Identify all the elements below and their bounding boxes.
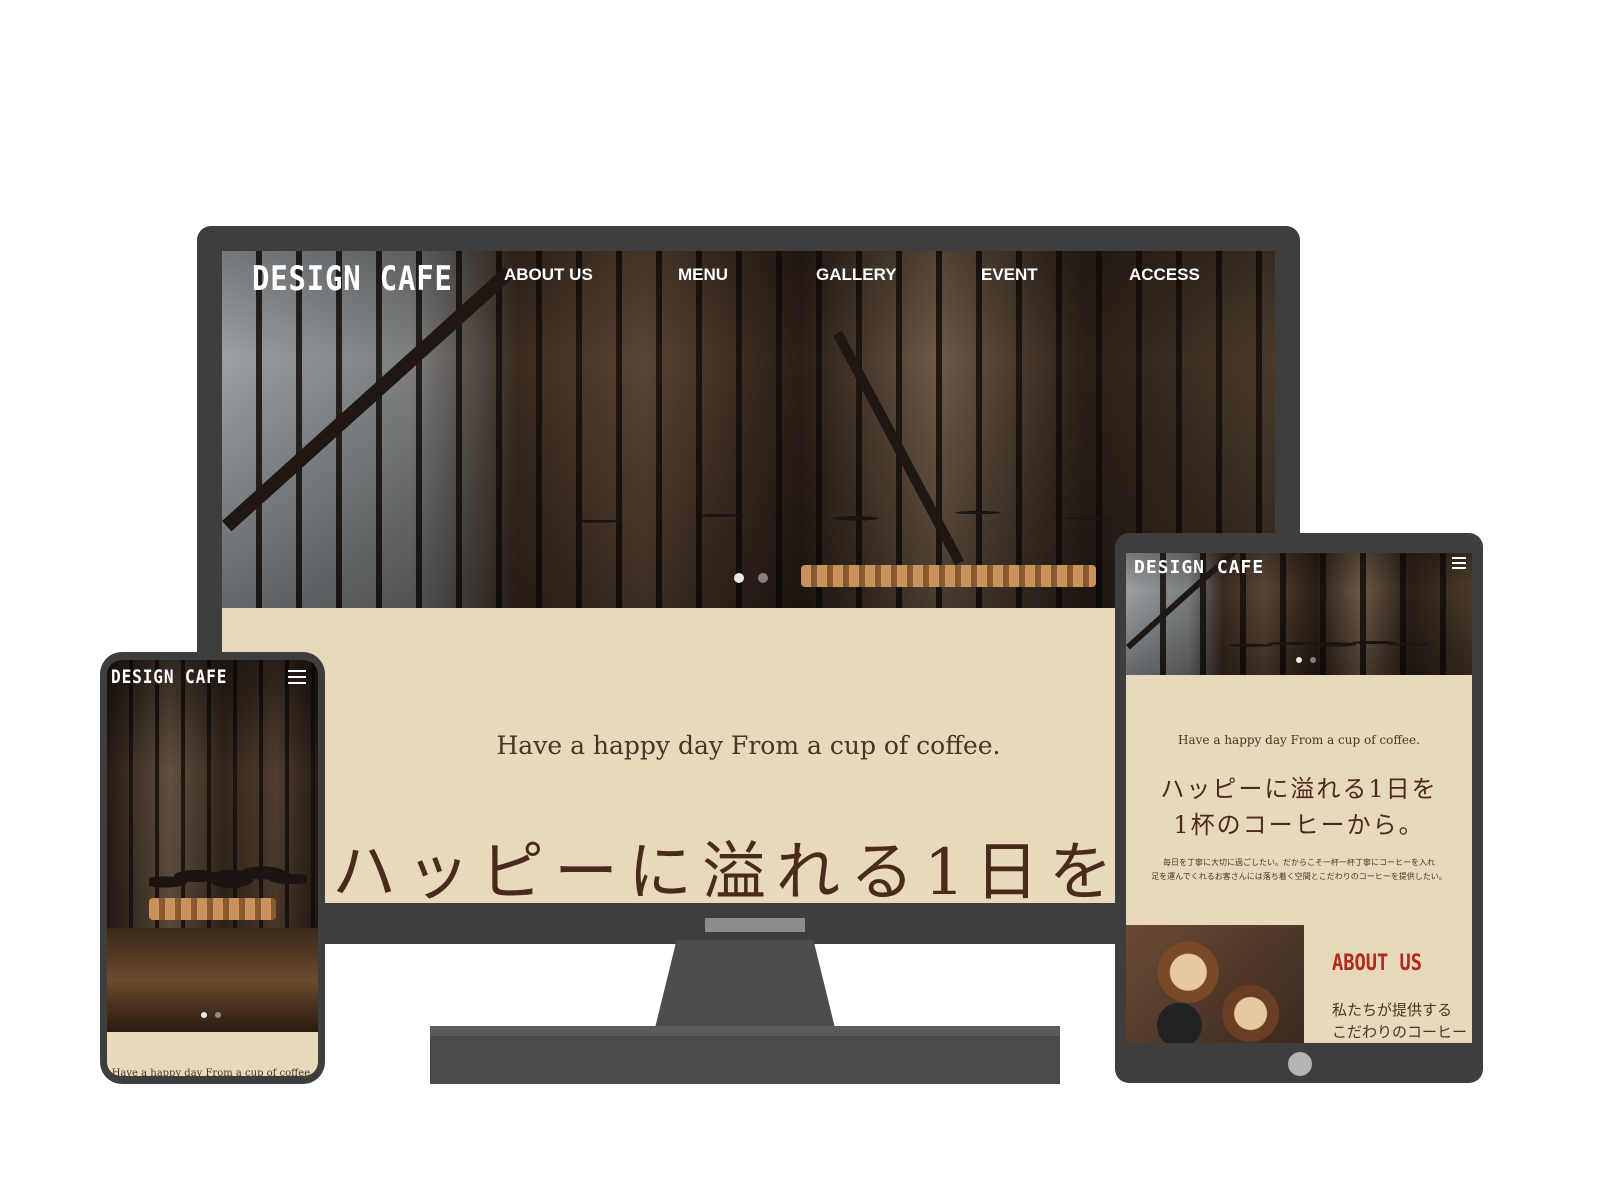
tablet-screen: DESIGN CAFE Have a happy day From a cup … xyxy=(1126,553,1472,1043)
slider-dots xyxy=(1296,657,1316,663)
phone-tagline: Have a happy day From a cup of coffee. xyxy=(111,1068,314,1076)
tablet-body-line-2: 足を運んでくれるお客さんには落ち着く空間とこだわりのコーヒーを提供したい。 xyxy=(1151,872,1447,881)
nav-access[interactable]: ACCESS xyxy=(1129,265,1200,285)
hero-people xyxy=(1229,633,1431,654)
tablet-headline-line-1: ハッピーに溢れる1日を xyxy=(1160,775,1438,803)
tablet-home-button xyxy=(1288,1052,1312,1076)
tablet-tagline: Have a happy day From a cup of coffee. xyxy=(1178,733,1420,747)
hamburger-icon[interactable] xyxy=(288,670,306,688)
about-us-text-line-1: 私たちが提供する xyxy=(1332,1001,1453,1019)
slider-dots xyxy=(734,573,768,583)
monitor-base-edge xyxy=(430,1026,1060,1036)
phone-logo[interactable]: DESIGN CAFE xyxy=(111,666,227,688)
hero-pastry-case xyxy=(801,565,1096,587)
hero-people xyxy=(537,486,1149,544)
monitor-notch xyxy=(705,918,805,932)
hero-people xyxy=(149,846,308,906)
site-logo[interactable]: DESIGN CAFE xyxy=(252,259,453,299)
tablet-logo[interactable]: DESIGN CAFE xyxy=(1134,557,1264,578)
slider-dot[interactable] xyxy=(201,1012,207,1018)
headline: ハッピーに溢れる1日を xyxy=(332,836,1123,903)
about-us-text-line-2: こだわりのコーヒー xyxy=(1332,1023,1468,1041)
nav-event[interactable]: EVENT xyxy=(981,265,1038,285)
phone-hero-image xyxy=(107,660,318,1032)
slider-dot[interactable] xyxy=(1310,657,1316,663)
slider-dot[interactable] xyxy=(215,1012,221,1018)
slider-dot[interactable] xyxy=(734,573,744,583)
about-us-heading: ABOUT US xyxy=(1332,951,1423,976)
nav-gallery[interactable]: GALLERY xyxy=(816,265,897,285)
slider-dot[interactable] xyxy=(1296,657,1302,663)
phone-screen: DESIGN CAFE Have a happy day From a cup … xyxy=(107,660,318,1076)
nav-menu[interactable]: MENU xyxy=(678,265,728,285)
desktop-nav: DESIGN CAFE ABOUT US MENU GALLERY EVENT … xyxy=(222,251,1275,311)
hero-pastry-case xyxy=(149,898,276,921)
tablet-body-line-1: 毎日を丁寧に大切に過ごしたい。だからこそ一杯一杯丁寧にコーヒーを入れ xyxy=(1163,858,1435,867)
latte-art-photo xyxy=(1126,925,1304,1043)
monitor-stand xyxy=(655,940,835,1028)
tablet-headline-line-2: 1杯のコーヒーから。 xyxy=(1173,811,1425,839)
hamburger-icon[interactable] xyxy=(1452,557,1466,573)
slider-dot[interactable] xyxy=(758,573,768,583)
nav-about-us[interactable]: ABOUT US xyxy=(504,265,593,285)
slider-dots xyxy=(201,1012,221,1018)
